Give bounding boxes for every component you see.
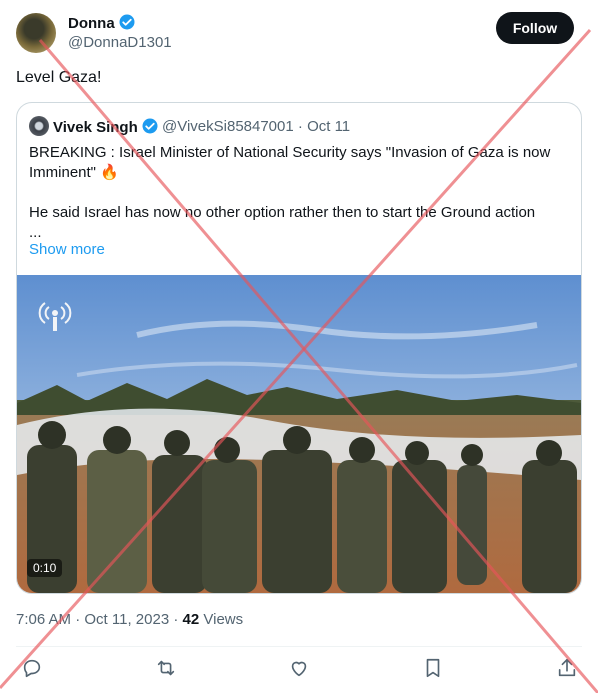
views-label: Views (203, 611, 244, 628)
quote-line-2: He said Israel has now no other option r… (29, 204, 536, 221)
retweet-icon[interactable] (155, 657, 177, 679)
quoted-tweet[interactable]: Vivek Singh @VivekSi85847001 · Oct 11 BR… (16, 102, 582, 594)
tweet-date[interactable]: Oct 11, 2023 (84, 611, 169, 628)
quote-author-avatar[interactable] (29, 116, 49, 136)
verified-badge-icon (118, 13, 136, 35)
author-name[interactable]: Donna (68, 13, 136, 35)
tweet-time[interactable]: 7:06 AM (16, 611, 71, 628)
quote-author-handle: @VivekSi85847001 · Oct 11 (162, 118, 351, 135)
author-name-text: Donna (68, 15, 115, 32)
follow-button[interactable]: Follow (496, 12, 574, 44)
reply-icon[interactable] (21, 657, 43, 679)
quote-line-3: ... (29, 224, 42, 241)
quote-author-name-text: Vivek Singh (53, 119, 138, 136)
author-avatar[interactable] (16, 13, 56, 53)
quote-line-1: BREAKING : Israel Minister of National S… (29, 144, 551, 181)
quote-author-name[interactable]: Vivek Singh (53, 117, 159, 139)
show-more-link[interactable]: Show more (29, 241, 105, 258)
video-duration: 0:10 (27, 559, 63, 577)
tweet-text: Level Gaza! (16, 69, 102, 86)
quote-body: BREAKING : Israel Minister of National S… (29, 143, 565, 243)
verified-badge-icon (141, 117, 159, 139)
bookmark-icon[interactable] (422, 657, 444, 679)
author-handle[interactable]: @DonnaD1301 (68, 34, 172, 51)
views-count: 42 (182, 611, 200, 628)
share-icon[interactable] (556, 657, 578, 679)
tweet-metadata: 7:06 AM · Oct 11, 2023 · 42 Views (16, 611, 244, 628)
like-icon[interactable] (288, 657, 310, 679)
video-frame (17, 275, 581, 593)
divider (16, 646, 582, 647)
quote-handle-text[interactable]: @VivekSi85847001 (162, 118, 294, 135)
video-thumbnail[interactable]: 0:10 (17, 275, 581, 593)
quote-date[interactable]: Oct 11 (307, 118, 350, 135)
